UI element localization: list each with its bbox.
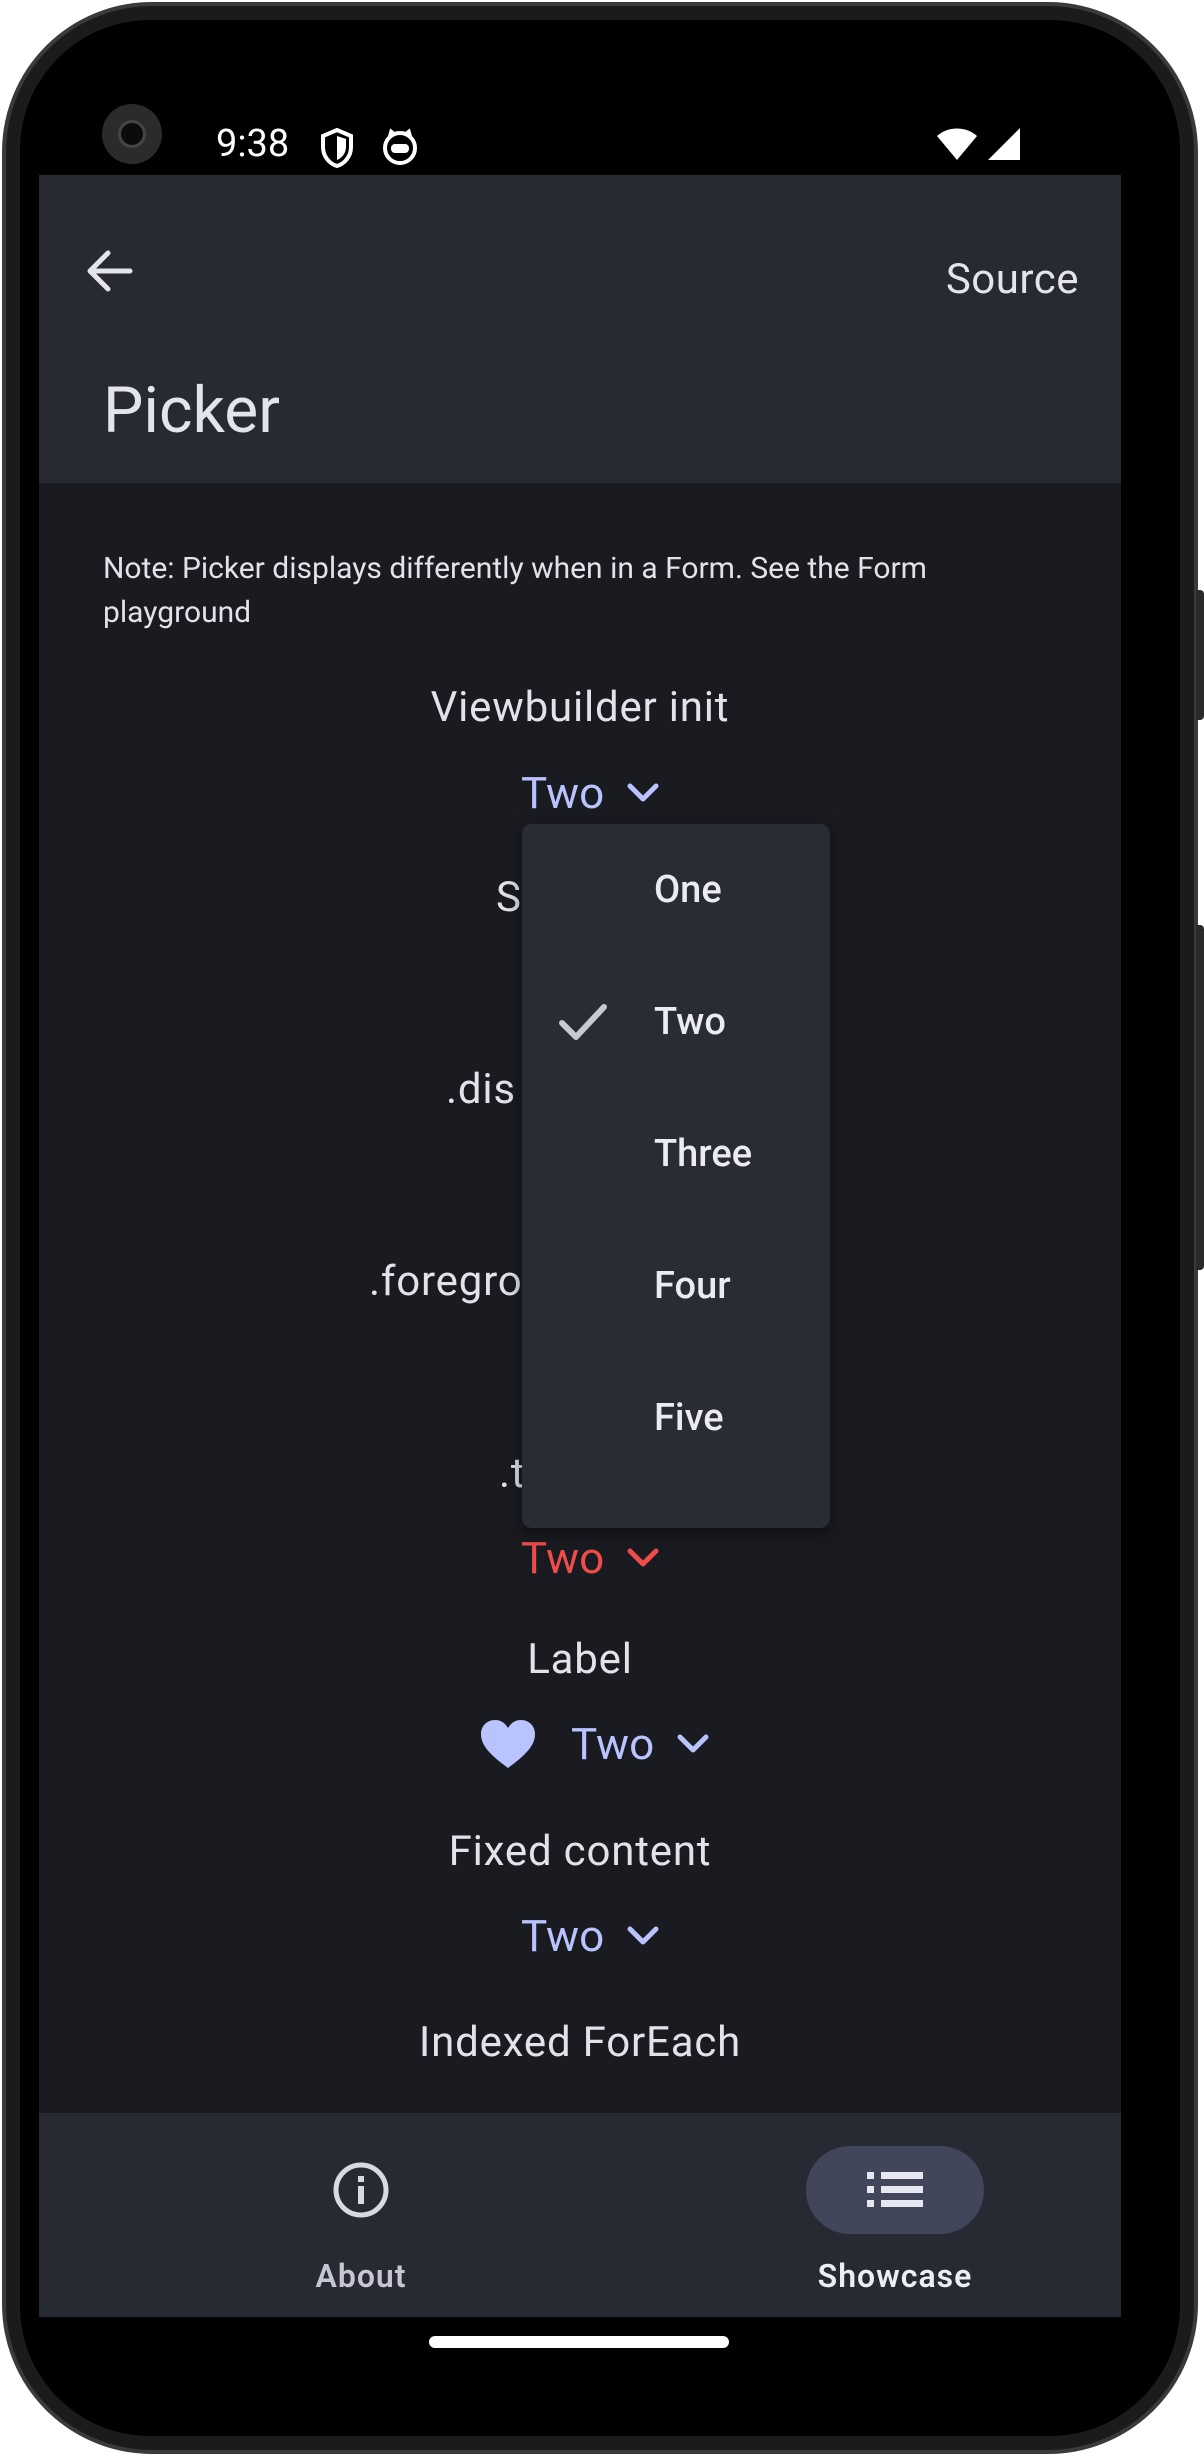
volume-button	[1196, 925, 1204, 1270]
menu-item-two[interactable]: Two	[522, 956, 830, 1088]
heart-icon	[479, 1718, 537, 1770]
tint-picker[interactable]: Two	[521, 1532, 660, 1584]
menu-item-label: Two	[654, 1000, 726, 1044]
picker-value: Two	[571, 1718, 655, 1770]
menu-item-five[interactable]: Five	[522, 1352, 830, 1484]
page-title: Picker	[103, 373, 280, 448]
source-button[interactable]: Source	[946, 255, 1079, 304]
menu-item-label: Five	[654, 1396, 724, 1440]
chevron-down-icon	[626, 1925, 660, 1947]
nav-pill	[272, 2146, 450, 2234]
section-label-partial: S	[496, 873, 522, 922]
nav-pill-active	[806, 2146, 984, 2234]
viewbuilder-label: Viewbuilder init	[430, 683, 730, 732]
menu-item-one[interactable]: One	[522, 824, 830, 956]
chevron-down-icon	[676, 1733, 710, 1755]
viewbuilder-picker[interactable]: Two	[521, 767, 660, 819]
nav-label-about: About	[315, 2257, 407, 2295]
label-picker[interactable]: Two	[479, 1718, 710, 1770]
label-section-label: Label	[527, 1635, 633, 1684]
top-app-bar: Source Picker	[39, 175, 1121, 483]
chevron-down-icon	[626, 1547, 660, 1569]
home-indicator[interactable]	[429, 2336, 729, 2348]
wifi-icon	[936, 126, 978, 166]
menu-item-four[interactable]: Four	[522, 1220, 830, 1352]
picker-value: Two	[521, 1532, 605, 1584]
fixed-content-label: Fixed content	[448, 1827, 712, 1876]
back-button[interactable]	[79, 241, 139, 301]
front-camera	[102, 104, 162, 164]
power-button	[1196, 590, 1204, 720]
status-time: 9:38	[216, 122, 290, 166]
picker-value: Two	[521, 1910, 605, 1962]
arrow-left-icon	[87, 250, 133, 292]
shield-icon	[320, 127, 354, 172]
status-bar: 9:38	[20, 20, 1180, 195]
picker-value: Two	[521, 767, 605, 819]
nav-item-showcase[interactable]: Showcase	[786, 2113, 986, 2317]
menu-item-label: Four	[654, 1264, 731, 1308]
info-icon	[333, 2162, 389, 2218]
foreground-label-partial: .foregro	[369, 1257, 523, 1306]
chevron-down-icon	[626, 782, 660, 804]
menu-item-three[interactable]: Three	[522, 1088, 830, 1220]
cell-signal-icon	[986, 126, 1022, 166]
checkmark-icon	[558, 999, 608, 1045]
form-note: Note: Picker displays differently when i…	[103, 551, 927, 630]
menu-item-label: Three	[654, 1132, 753, 1176]
app-screen: Source Picker Note: Picker displays diff…	[39, 175, 1121, 2317]
menu-item-label: One	[654, 868, 722, 912]
disabled-label-partial: .dis	[446, 1065, 516, 1114]
device-frame: 9:38 Source Picker Note: Picker displays…	[0, 0, 1204, 2456]
nav-item-about[interactable]: About	[252, 2113, 452, 2317]
fixed-content-picker[interactable]: Two	[521, 1910, 660, 1962]
nav-label-showcase: Showcase	[817, 2257, 973, 2295]
cat-face-icon	[381, 128, 419, 170]
indexed-foreach-label: Indexed ForEach	[418, 2018, 742, 2067]
picker-dropdown-menu: One Two Three Four Five	[522, 824, 830, 1528]
bottom-navigation: About Showcase	[39, 2113, 1121, 2317]
list-icon	[867, 2172, 923, 2207]
